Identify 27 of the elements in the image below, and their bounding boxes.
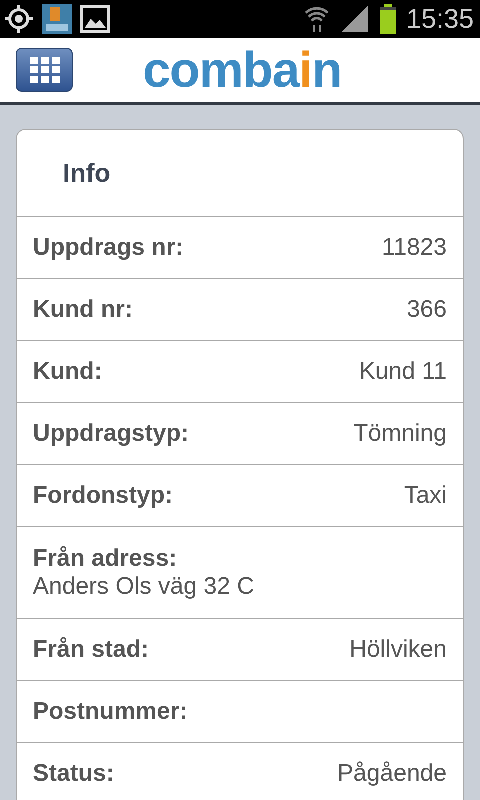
field-value: Höllviken	[350, 636, 447, 664]
field-label: Postnummer:	[33, 698, 188, 726]
card-title: Info	[17, 130, 463, 217]
field-label: Fordonstyp:	[33, 482, 173, 510]
field-value: 11823	[382, 234, 447, 262]
app-icon	[42, 4, 72, 34]
field-label: Kund:	[33, 358, 102, 386]
field-label: Status:	[33, 760, 114, 788]
field-value: Taxi	[404, 482, 447, 510]
field-label: Uppdrags nr:	[33, 234, 184, 262]
clock: 15:35	[406, 4, 474, 34]
logo: combain	[143, 45, 342, 95]
field-label: Uppdragstyp:	[33, 420, 189, 448]
signal-icon	[340, 4, 370, 34]
field-value: Anders Ols väg 32 C	[33, 572, 256, 600]
field-value: 366	[406, 296, 447, 324]
location-icon	[4, 4, 34, 34]
field-label: Från adress:	[33, 544, 178, 572]
field-value: Pågående	[338, 760, 447, 788]
image-icon	[80, 5, 110, 33]
grid-icon	[30, 57, 60, 83]
battery-icon	[380, 4, 396, 34]
field-value: Kund 11	[359, 358, 447, 386]
menu-button[interactable]	[16, 48, 73, 92]
field-label: Kund nr:	[33, 296, 133, 324]
field-value: Tömning	[354, 420, 447, 448]
field-label: Från stad:	[33, 636, 150, 664]
